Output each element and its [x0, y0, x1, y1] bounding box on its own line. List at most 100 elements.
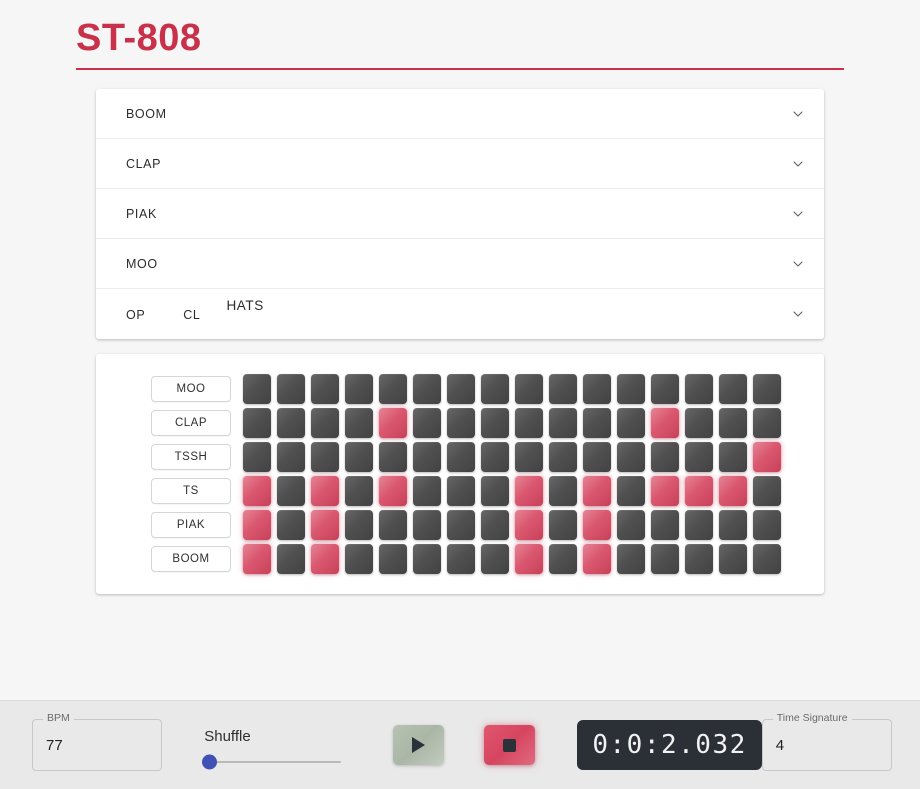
step-cell[interactable] — [447, 544, 475, 574]
step-cell[interactable] — [311, 408, 339, 438]
step-cell[interactable] — [549, 408, 577, 438]
track-button[interactable]: TS — [151, 478, 231, 504]
step-cell[interactable] — [379, 510, 407, 540]
step-cell[interactable] — [515, 442, 543, 472]
step-cell[interactable] — [719, 510, 747, 540]
step-cell[interactable] — [651, 408, 679, 438]
step-cell[interactable] — [447, 374, 475, 404]
step-cell[interactable] — [617, 476, 645, 506]
accordion-row[interactable]: MOO — [96, 239, 824, 289]
track-button[interactable]: CLAP — [151, 410, 231, 436]
chevron-down-icon[interactable] — [790, 206, 806, 222]
step-cell[interactable] — [549, 374, 577, 404]
step-cell[interactable] — [549, 476, 577, 506]
step-cell[interactable] — [413, 442, 441, 472]
step-cell[interactable] — [583, 442, 611, 472]
step-cell[interactable] — [379, 408, 407, 438]
step-cell[interactable] — [481, 510, 509, 540]
step-cell[interactable] — [413, 476, 441, 506]
step-cell[interactable] — [515, 476, 543, 506]
step-cell[interactable] — [515, 544, 543, 574]
step-cell[interactable] — [345, 476, 373, 506]
step-cell[interactable] — [379, 442, 407, 472]
step-cell[interactable] — [481, 374, 509, 404]
step-cell[interactable] — [345, 408, 373, 438]
step-cell[interactable] — [617, 374, 645, 404]
step-cell[interactable] — [311, 544, 339, 574]
step-cell[interactable] — [243, 408, 271, 438]
step-cell[interactable] — [651, 544, 679, 574]
shuffle-slider-thumb[interactable] — [202, 754, 218, 769]
step-cell[interactable] — [277, 374, 305, 404]
step-cell[interactable] — [379, 476, 407, 506]
step-cell[interactable] — [719, 476, 747, 506]
step-cell[interactable] — [719, 408, 747, 438]
chevron-down-icon[interactable] — [790, 256, 806, 272]
step-cell[interactable] — [447, 510, 475, 540]
step-cell[interactable] — [685, 510, 713, 540]
step-cell[interactable] — [549, 510, 577, 540]
step-cell[interactable] — [481, 476, 509, 506]
step-cell[interactable] — [311, 374, 339, 404]
step-cell[interactable] — [617, 510, 645, 540]
step-cell[interactable] — [753, 442, 781, 472]
step-cell[interactable] — [243, 442, 271, 472]
chevron-down-icon[interactable] — [790, 156, 806, 172]
step-cell[interactable] — [345, 442, 373, 472]
chevron-down-icon[interactable] — [790, 306, 806, 322]
step-cell[interactable] — [481, 408, 509, 438]
step-cell[interactable] — [311, 476, 339, 506]
step-cell[interactable] — [685, 442, 713, 472]
step-cell[interactable] — [651, 476, 679, 506]
step-cell[interactable] — [549, 442, 577, 472]
step-cell[interactable] — [583, 408, 611, 438]
accordion-row[interactable]: PIAK — [96, 189, 824, 239]
step-cell[interactable] — [447, 442, 475, 472]
track-button[interactable]: BOOM — [151, 546, 231, 572]
bpm-field[interactable]: BPM 77 — [32, 712, 163, 771]
step-cell[interactable] — [345, 544, 373, 574]
step-cell[interactable] — [753, 510, 781, 540]
step-cell[interactable] — [277, 544, 305, 574]
step-cell[interactable] — [651, 374, 679, 404]
chevron-down-icon[interactable] — [790, 106, 806, 122]
step-cell[interactable] — [277, 408, 305, 438]
accordion-row[interactable]: BOOM — [96, 89, 824, 139]
step-cell[interactable] — [243, 476, 271, 506]
step-cell[interactable] — [345, 374, 373, 404]
step-cell[interactable] — [311, 510, 339, 540]
step-cell[interactable] — [719, 442, 747, 472]
step-cell[interactable] — [447, 408, 475, 438]
step-cell[interactable] — [617, 442, 645, 472]
step-cell[interactable] — [617, 408, 645, 438]
step-cell[interactable] — [753, 374, 781, 404]
step-cell[interactable] — [719, 374, 747, 404]
step-cell[interactable] — [277, 476, 305, 506]
step-cell[interactable] — [583, 544, 611, 574]
step-cell[interactable] — [651, 510, 679, 540]
step-cell[interactable] — [311, 442, 339, 472]
play-button[interactable] — [393, 725, 445, 765]
step-cell[interactable] — [481, 442, 509, 472]
step-cell[interactable] — [277, 510, 305, 540]
accordion-row[interactable]: CLAP — [96, 139, 824, 189]
step-cell[interactable] — [685, 544, 713, 574]
time-signature-field[interactable]: Time Signature 4 — [761, 712, 892, 771]
step-cell[interactable] — [515, 510, 543, 540]
step-cell[interactable] — [277, 442, 305, 472]
step-cell[interactable] — [345, 510, 373, 540]
step-cell[interactable] — [515, 374, 543, 404]
step-cell[interactable] — [481, 544, 509, 574]
accordion-row-hats[interactable]: OP CL HATS — [96, 289, 824, 339]
track-button[interactable]: MOO — [151, 376, 231, 402]
track-button[interactable]: TSSH — [151, 444, 231, 470]
step-cell[interactable] — [685, 374, 713, 404]
shuffle-slider[interactable] — [202, 754, 342, 769]
step-cell[interactable] — [413, 408, 441, 438]
step-cell[interactable] — [753, 408, 781, 438]
step-cell[interactable] — [617, 544, 645, 574]
step-cell[interactable] — [583, 374, 611, 404]
step-cell[interactable] — [549, 544, 577, 574]
step-cell[interactable] — [753, 544, 781, 574]
step-cell[interactable] — [379, 374, 407, 404]
